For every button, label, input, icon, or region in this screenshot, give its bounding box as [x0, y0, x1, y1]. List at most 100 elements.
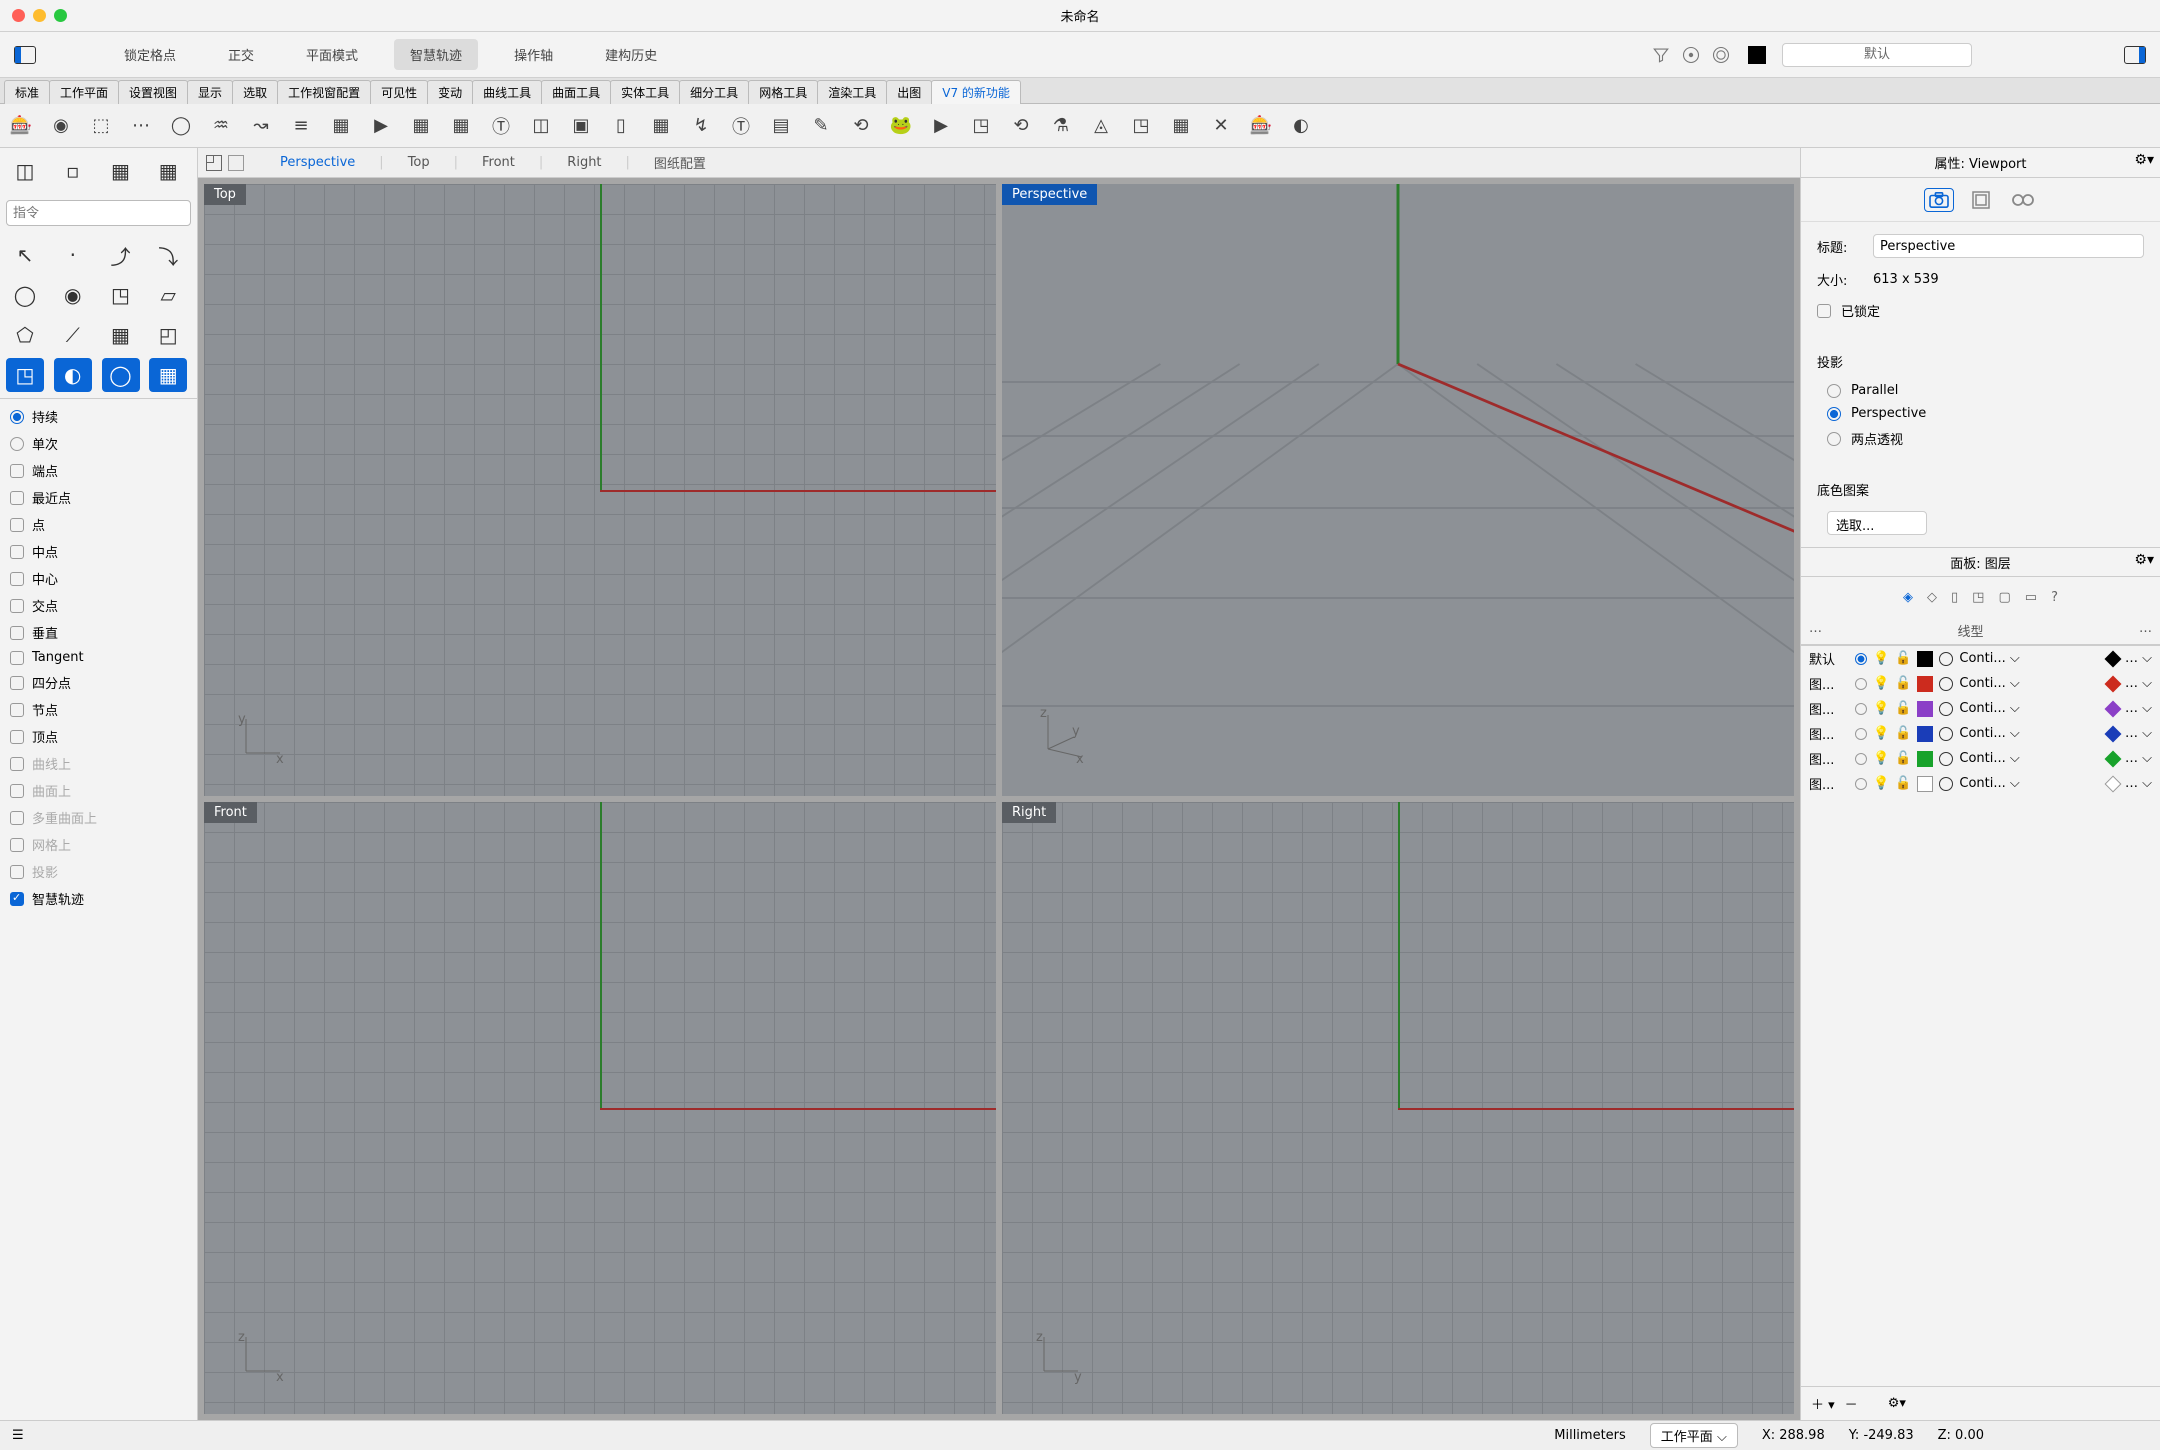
toolbar-icon-31[interactable]: 🎰: [1246, 111, 1276, 141]
lock-icon[interactable]: 🔓: [1895, 726, 1911, 741]
osnap-check[interactable]: [10, 464, 24, 478]
osnap-check[interactable]: [10, 865, 24, 879]
viewport-label[interactable]: Perspective: [1002, 184, 1097, 205]
print-swatch[interactable]: [2105, 775, 2122, 792]
toolbar-icon-23[interactable]: ▶: [926, 111, 956, 141]
current-layer-radio[interactable]: [1855, 678, 1867, 690]
osnap-check[interactable]: [10, 838, 24, 852]
minimize-icon[interactable]: [33, 9, 46, 22]
layer-row[interactable]: 图... 💡 🔓 Conti... ⌵ … ⌵: [1801, 721, 2160, 746]
print-color-icon[interactable]: [1939, 727, 1953, 741]
palette-icon[interactable]: ▦: [149, 154, 187, 188]
layer-color-swatch[interactable]: [1917, 676, 1933, 692]
print-color-icon[interactable]: [1939, 777, 1953, 791]
toolbar-icon-20[interactable]: ✎: [806, 111, 836, 141]
tool-icon[interactable]: ·: [54, 238, 92, 272]
current-layer-radio[interactable]: [1855, 753, 1867, 765]
palette-icon[interactable]: ▦: [102, 154, 140, 188]
right-panel-toggle-icon[interactable]: [2124, 46, 2146, 64]
toolbar-icon-11[interactable]: ▦: [446, 111, 476, 141]
bulb-icon[interactable]: 💡: [1873, 776, 1889, 791]
viewport-right[interactable]: Right zy: [1002, 802, 1794, 1414]
record-icon[interactable]: [1710, 44, 1732, 66]
osnap-check[interactable]: [10, 626, 24, 640]
projection-radio[interactable]: [1827, 384, 1841, 398]
lock-icon[interactable]: 🔓: [1895, 701, 1911, 716]
toolbar-icon-6[interactable]: ↝: [246, 111, 276, 141]
toolbar-icon-21[interactable]: ⟲: [846, 111, 876, 141]
layer-row[interactable]: 图... 💡 🔓 Conti... ⌵ … ⌵: [1801, 746, 2160, 771]
toolbar-icon-10[interactable]: ▦: [406, 111, 436, 141]
bulb-icon[interactable]: 💡: [1873, 701, 1889, 716]
menu-正交[interactable]: 正交: [212, 39, 270, 70]
layer-color-swatch[interactable]: [1917, 651, 1933, 667]
layer-tools-button[interactable]: ⚙︎▾: [1888, 1396, 1906, 1411]
layer-color-swatch[interactable]: [1917, 701, 1933, 717]
gear-icon[interactable]: ⚙︎▾: [2134, 552, 2154, 568]
layer-row[interactable]: 图... 💡 🔓 Conti... ⌵ … ⌵: [1801, 696, 2160, 721]
toolbar-icon-17[interactable]: ↯: [686, 111, 716, 141]
tab-1[interactable]: 工作平面: [49, 80, 119, 104]
tool-icon[interactable]: ◳: [6, 358, 44, 392]
viewport-front[interactable]: Front zx: [204, 802, 996, 1414]
tool-icon[interactable]: ◳: [102, 278, 140, 312]
print-color-icon[interactable]: [1939, 752, 1953, 766]
filter-icon[interactable]: [1650, 44, 1672, 66]
toolbar-icon-29[interactable]: ▦: [1166, 111, 1196, 141]
tool-icon[interactable]: ◯: [102, 358, 140, 392]
layers-icon[interactable]: ◈: [1903, 590, 1913, 605]
menu-icon[interactable]: ☰: [12, 1428, 24, 1443]
tool-icon[interactable]: ⤴: [102, 238, 140, 272]
lock-icon[interactable]: 🔓: [1895, 651, 1911, 666]
window-controls[interactable]: [12, 9, 67, 22]
layer-color-swatch[interactable]: [1917, 776, 1933, 792]
osnap-check[interactable]: [10, 572, 24, 586]
print-swatch[interactable]: [2105, 725, 2122, 742]
toolbar-icon-4[interactable]: ◯: [166, 111, 196, 141]
command-input[interactable]: [6, 200, 191, 226]
view-tab-Right[interactable]: Right: [551, 151, 617, 174]
tool-icon[interactable]: ◯: [6, 278, 44, 312]
current-layer-radio[interactable]: [1855, 703, 1867, 715]
lock-icon[interactable]: 🔓: [1895, 676, 1911, 691]
view-tab-Perspective[interactable]: Perspective: [264, 151, 371, 174]
tab-14[interactable]: 出图: [886, 80, 932, 104]
toolbar-icon-30[interactable]: ✕: [1206, 111, 1236, 141]
current-layer-radio[interactable]: [1855, 778, 1867, 790]
palette-icon[interactable]: ◫: [6, 154, 44, 188]
osnap-check[interactable]: [10, 545, 24, 559]
toolbar-icon-18[interactable]: Ⓣ: [726, 111, 756, 141]
single-view-icon[interactable]: [228, 155, 244, 171]
toolbar-icon-7[interactable]: ≡: [286, 111, 316, 141]
material-icon[interactable]: [1966, 188, 1996, 212]
osnap-check[interactable]: [10, 784, 24, 798]
osnap-check[interactable]: [10, 757, 24, 771]
current-layer-radio[interactable]: [1855, 653, 1867, 665]
menu-智慧轨迹[interactable]: 智慧轨迹: [394, 39, 478, 70]
menu-操作轴[interactable]: 操作轴: [498, 39, 569, 70]
monitor-icon[interactable]: ▭: [2025, 590, 2037, 605]
bulb-icon[interactable]: 💡: [1873, 676, 1889, 691]
view-tab-图纸配置[interactable]: 图纸配置: [638, 149, 722, 176]
layer-row[interactable]: 图... 💡 🔓 Conti... ⌵ … ⌵: [1801, 771, 2160, 796]
selection-mode-icon[interactable]: [1680, 44, 1702, 66]
locked-checkbox[interactable]: [1817, 304, 1831, 318]
current-layer-select[interactable]: 默认: [1782, 43, 1972, 67]
viewport-perspective[interactable]: Perspective zxy: [1002, 184, 1794, 796]
four-view-icon[interactable]: [206, 155, 222, 171]
link-icon[interactable]: [2008, 188, 2038, 212]
tab-3[interactable]: 显示: [187, 80, 233, 104]
layer-color-swatch[interactable]: [1917, 726, 1933, 742]
toolbar-icon-3[interactable]: ⋯: [126, 111, 156, 141]
cplane-select[interactable]: 工作平面 ⌵: [1650, 1423, 1738, 1448]
toolbar-icon-5[interactable]: ♒: [206, 111, 236, 141]
osnap-radio[interactable]: [10, 410, 24, 424]
current-layer-radio[interactable]: [1855, 728, 1867, 740]
bulb-icon[interactable]: 💡: [1873, 651, 1889, 666]
print-color-icon[interactable]: [1939, 702, 1953, 716]
osnap-check[interactable]: [10, 599, 24, 613]
osnap-check[interactable]: [10, 703, 24, 717]
viewport-label[interactable]: Top: [204, 184, 246, 205]
lock-icon[interactable]: 🔓: [1895, 776, 1911, 791]
projection-radio[interactable]: [1827, 407, 1841, 421]
